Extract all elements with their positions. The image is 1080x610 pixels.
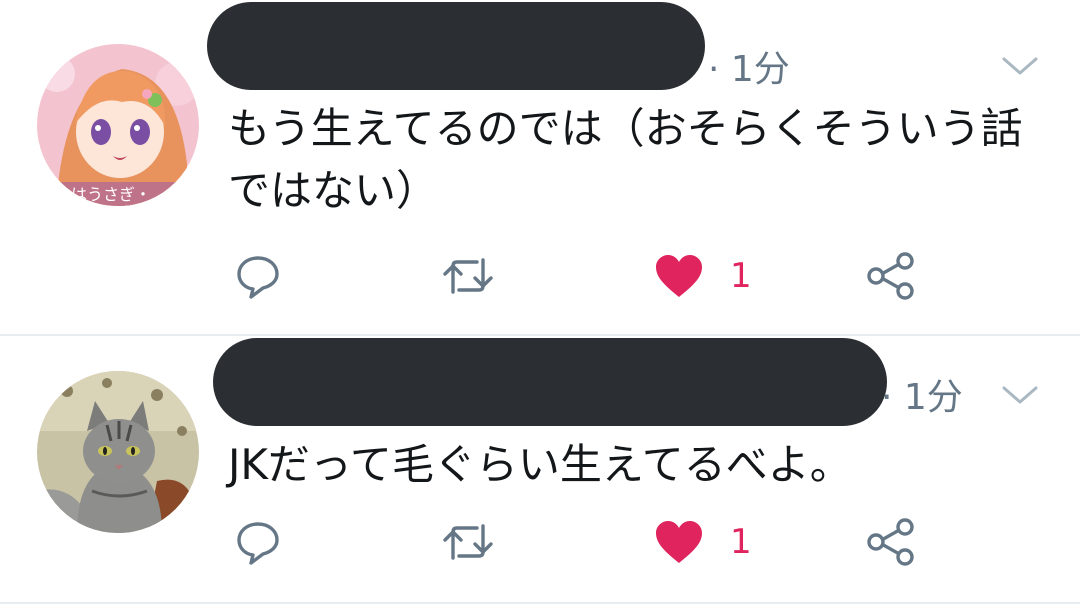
tweet[interactable]: はうさぎ・ · 1分 もう生えてるのでは（おそらくそういう話ではない） 1 [0, 0, 1080, 336]
redacted-username [213, 338, 887, 426]
share-button[interactable] [866, 512, 916, 572]
retweet-button[interactable] [441, 512, 495, 572]
chevron-down-icon[interactable] [1000, 50, 1040, 80]
tweet-text: JKだって毛ぐらい生えてるべよ。 [228, 440, 852, 489]
share-nodes-icon [867, 518, 914, 566]
anime-girl-avatar-image: はうさぎ・ [37, 44, 199, 206]
like-count: 1 [730, 522, 752, 562]
retweet-arrows-icon [443, 258, 493, 294]
svg-text:はうさぎ・: はうさぎ・ [71, 185, 151, 204]
timeline-feed: はうさぎ・ · 1分 もう生えてるのでは（おそらくそういう話ではない） 1 · … [0, 0, 1080, 610]
like-button[interactable]: 1 [654, 512, 752, 572]
retweet-arrows-icon [443, 524, 493, 560]
redacted-username [207, 2, 705, 90]
like-button[interactable]: 1 [654, 246, 752, 306]
user-avatar[interactable] [37, 371, 199, 533]
tweet-actions: 1 [0, 512, 1080, 572]
tabby-cat-avatar-image [37, 371, 199, 533]
retweet-button[interactable] [441, 246, 495, 306]
share-nodes-icon [867, 252, 914, 300]
speech-bubble-icon [237, 522, 279, 565]
tweet-actions: 1 [0, 246, 1080, 306]
tweet-text: もう生えてるのでは（おそらくそういう話ではない） [228, 104, 1023, 215]
tweet[interactable]: · 1分 JKだって毛ぐらい生えてるべよ。 1 [0, 336, 1080, 604]
heart-icon [656, 255, 702, 297]
heart-icon [656, 521, 702, 563]
chevron-down-icon[interactable] [1000, 379, 1040, 409]
share-button[interactable] [866, 246, 916, 306]
tweet-timestamp[interactable]: · 1分 [708, 50, 790, 90]
tweet-timestamp[interactable]: · 1分 [881, 378, 963, 418]
like-count: 1 [730, 256, 752, 296]
reply-button[interactable] [234, 512, 282, 572]
speech-bubble-icon [237, 256, 279, 299]
reply-button[interactable] [234, 246, 282, 306]
user-avatar[interactable]: はうさぎ・ [37, 44, 199, 206]
